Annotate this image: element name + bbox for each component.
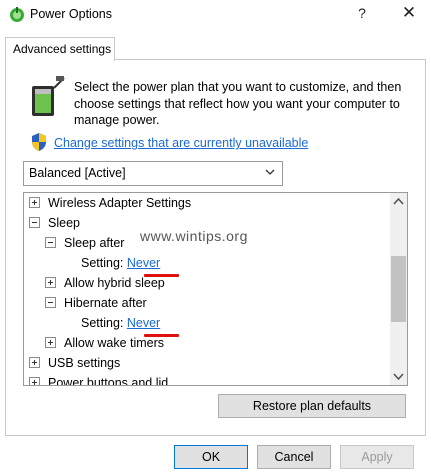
watermark-text: www.wintips.org <box>140 228 248 244</box>
tree-scrollbar[interactable] <box>390 193 407 385</box>
scroll-down-arrow-icon[interactable] <box>390 368 407 385</box>
tree-item-allow-wake-timers[interactable]: Allow wake timers <box>45 334 164 352</box>
change-settings-link[interactable]: Change settings that are currently unava… <box>54 136 308 150</box>
chevron-down-icon <box>265 169 275 175</box>
window-title: Power Options <box>30 7 112 21</box>
tree-item-label: USB settings <box>48 356 121 370</box>
collapse-icon[interactable] <box>29 217 40 228</box>
advanced-settings-panel: Select the power plan that you want to c… <box>5 59 426 436</box>
hibernate-after-value-link[interactable]: Never <box>127 316 160 330</box>
cancel-button[interactable]: Cancel <box>257 445 331 469</box>
help-button[interactable]: ? <box>352 5 372 21</box>
apply-button[interactable]: Apply <box>340 445 414 469</box>
setting-label: Setting: <box>81 256 124 270</box>
expand-icon[interactable] <box>29 357 40 368</box>
tab-advanced-settings[interactable]: Advanced settings <box>5 37 115 61</box>
settings-tree[interactable]: Wireless Adapter Settings Sleep Sleep af… <box>23 192 408 386</box>
tree-item-hibernate-after[interactable]: Hibernate after <box>45 294 147 312</box>
tree-item-label: Sleep <box>48 216 80 230</box>
tree-item-sleep[interactable]: Sleep <box>29 214 80 232</box>
intro-text: Select the power plan that you want to c… <box>74 80 402 127</box>
hibernate-after-setting: Setting: Never <box>81 314 160 332</box>
tree-item-wireless-adapter[interactable]: Wireless Adapter Settings <box>29 194 191 212</box>
title-bar: Power Options ? ✕ <box>0 0 431 30</box>
tree-item-allow-hybrid-sleep[interactable]: Allow hybrid sleep <box>45 274 165 292</box>
dropdown-value: Balanced [Active] <box>29 166 126 180</box>
setting-label: Setting: <box>81 316 124 330</box>
uac-shield-icon <box>32 133 46 151</box>
close-button[interactable]: ✕ <box>398 3 420 23</box>
sleep-after-value-link[interactable]: Never <box>127 256 160 270</box>
tab-strip: Advanced settings <box>0 30 431 61</box>
tree-item-usb-settings[interactable]: USB settings <box>29 354 120 372</box>
expand-icon[interactable] <box>29 197 40 208</box>
expand-icon[interactable] <box>29 377 40 385</box>
ok-button[interactable]: OK <box>174 445 248 469</box>
tree-item-label: Allow hybrid sleep <box>64 276 165 290</box>
tree-item-sleep-after[interactable]: Sleep after <box>45 234 124 252</box>
tree-item-label: Allow wake timers <box>64 336 165 350</box>
collapse-icon[interactable] <box>45 297 56 308</box>
tab-label: Advanced settings <box>13 42 112 56</box>
expand-icon[interactable] <box>45 277 56 288</box>
battery-plug-icon <box>32 76 65 116</box>
tree-item-label: Sleep after <box>64 236 125 250</box>
power-options-icon <box>10 7 24 22</box>
expand-icon[interactable] <box>45 337 56 348</box>
tree-item-label: Hibernate after <box>64 296 147 310</box>
restore-plan-defaults-button[interactable]: Restore plan defaults <box>218 394 406 418</box>
collapse-icon[interactable] <box>45 237 56 248</box>
scroll-up-arrow-icon[interactable] <box>390 193 407 210</box>
power-plan-dropdown[interactable]: Balanced [Active] <box>23 161 283 186</box>
scroll-thumb[interactable] <box>391 256 406 322</box>
tree-item-label: Wireless Adapter Settings <box>48 196 192 210</box>
tree-item-power-buttons-lid[interactable]: Power buttons and lid <box>29 374 169 386</box>
sleep-after-setting: Setting: Never <box>81 254 160 272</box>
tree-item-label: Power buttons and lid <box>48 376 169 386</box>
